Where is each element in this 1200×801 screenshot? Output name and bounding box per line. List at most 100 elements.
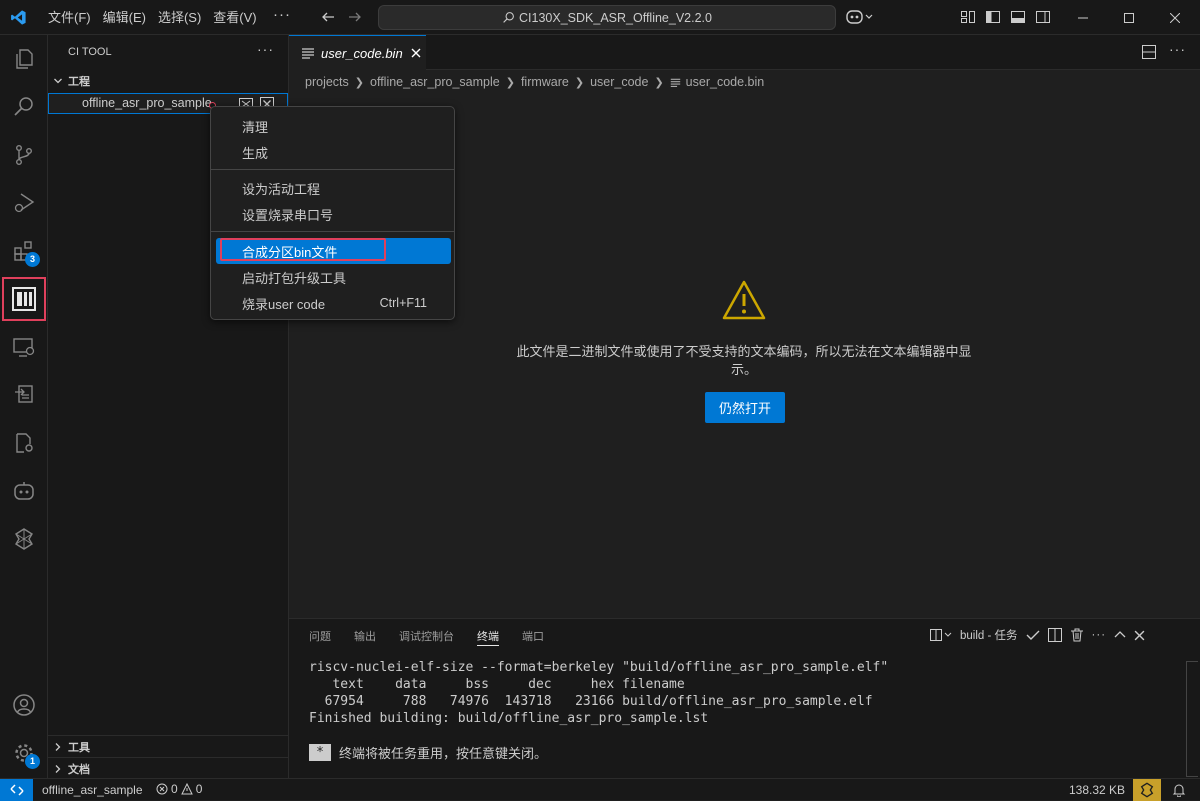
breadcrumb-user-code[interactable]: user_code <box>590 75 648 89</box>
testing-icon[interactable] <box>0 371 48 419</box>
status-bar: offline_asr_sample 0 0 138.32 KB <box>0 778 1200 801</box>
toggle-sidebar-icon[interactable] <box>985 9 1001 25</box>
close-window-icon[interactable] <box>1152 0 1198 35</box>
deploy-icon[interactable] <box>0 515 48 563</box>
status-problems[interactable]: 0 0 <box>156 782 202 796</box>
close-tab-icon[interactable] <box>411 48 421 58</box>
tab-user-code-bin[interactable]: user_code.bin <box>289 35 426 70</box>
error-icon <box>156 783 168 795</box>
window-controls <box>1060 0 1198 35</box>
menu-item-set-flash-port[interactable]: 设置烧录串口号 <box>216 201 451 227</box>
bottom-panel: 问题 输出 调试控制台 终端 端口 build - 任务 ··· riscv-n… <box>289 618 1200 778</box>
notifications-bell-icon[interactable] <box>1172 783 1186 797</box>
settings-badge: 1 <box>25 754 40 769</box>
title-bar: 文件(F) 编辑(E) 选择(S) 查看(V) ··· CI130X_SDK_A… <box>0 0 1200 35</box>
close-panel-icon[interactable] <box>1134 630 1145 641</box>
menu-bar: 文件(F) 编辑(E) 选择(S) 查看(V) <box>43 0 264 35</box>
trash-icon[interactable] <box>1070 628 1084 642</box>
terminal-scrollbar[interactable] <box>1186 661 1198 777</box>
copilot-chat-icon[interactable] <box>0 467 48 515</box>
menu-item-set-active-project[interactable]: 设为活动工程 <box>216 175 451 201</box>
account-icon[interactable] <box>0 681 48 729</box>
breadcrumb-projects[interactable]: projects <box>305 75 349 89</box>
config-file-icon[interactable] <box>0 419 48 467</box>
split-terminal-icon[interactable] <box>1047 628 1062 642</box>
ci-status-icon[interactable] <box>1133 779 1161 801</box>
terminal-line: text data bss dec hex filename <box>309 677 685 692</box>
open-anyway-button[interactable]: 仍然打开 <box>705 392 785 423</box>
maximize-panel-icon[interactable] <box>1114 629 1126 641</box>
source-control-icon[interactable] <box>0 131 48 179</box>
search-text: CI130X_SDK_ASR_Offline_V2.2.0 <box>519 10 712 25</box>
chevron-right-icon: ❯ <box>574 76 585 89</box>
tab-label: user_code.bin <box>321 45 403 61</box>
editor-more-button[interactable]: ··· <box>1169 41 1186 57</box>
remote-indicator-icon[interactable] <box>0 779 33 801</box>
extensions-icon[interactable]: 3 <box>0 227 48 275</box>
menu-item-shortcut: Ctrl+F11 <box>379 296 427 310</box>
customize-layout-icon[interactable] <box>960 9 976 25</box>
menu-separator <box>211 231 454 232</box>
chevron-right-icon: ❯ <box>354 76 364 89</box>
menu-item-flash-user-code[interactable]: 烧录user code Ctrl+F11 <box>216 290 451 316</box>
tab-debug-console[interactable]: 调试控制台 <box>399 628 454 646</box>
command-center-search[interactable]: CI130X_SDK_ASR_Offline_V2.2.0 <box>378 5 836 30</box>
menu-file[interactable]: 文件(F) <box>43 0 96 35</box>
project-item-label: offline_asr_pro_sample <box>82 96 212 110</box>
tab-ports[interactable]: 端口 <box>522 628 544 646</box>
terminal-output[interactable]: riscv-nuclei-elf-size --format=berkeley … <box>309 659 888 727</box>
breadcrumb-project[interactable]: offline_asr_pro_sample <box>370 75 500 89</box>
maximize-icon[interactable] <box>1106 0 1152 35</box>
tab-problems[interactable]: 问题 <box>309 628 331 646</box>
tab-output[interactable]: 输出 <box>354 628 376 646</box>
copilot-icon[interactable] <box>846 9 874 25</box>
menu-view[interactable]: 查看(V) <box>208 0 261 35</box>
terminal-reuse-line: * 终端将被任务重用，按任意键关闭。 <box>309 743 547 762</box>
menu-item-label: 合成分区bin文件 <box>242 244 338 260</box>
section-docs[interactable]: 文档 <box>48 757 289 779</box>
manage-gear-icon[interactable]: 1 <box>0 729 48 777</box>
ci-tool-icon[interactable] <box>0 275 48 323</box>
menu-item-merge-partition-bin[interactable]: 合成分区bin文件 <box>216 238 451 264</box>
panel-more-button[interactable]: ··· <box>1092 629 1107 641</box>
explorer-icon[interactable] <box>0 35 48 83</box>
status-file-size[interactable]: 138.32 KB <box>1069 783 1125 797</box>
section-projects[interactable]: 工程 <box>48 70 289 92</box>
toggle-secondary-sidebar-icon[interactable] <box>1035 9 1051 25</box>
forward-arrow-icon[interactable] <box>347 9 363 25</box>
back-arrow-icon[interactable] <box>320 9 336 25</box>
binary-file-icon <box>301 46 315 60</box>
menu-item-label: 设置烧录串口号 <box>242 207 334 223</box>
activity-bar: 3 1 <box>0 35 48 778</box>
terminal-line: 67954 788 74976 143718 23166 build/offli… <box>309 694 873 709</box>
toggle-panel-icon[interactable] <box>1010 9 1026 25</box>
editor-tab-bar: user_code.bin ··· <box>289 35 1200 70</box>
section-tools[interactable]: 工具 <box>48 735 289 757</box>
chevron-right-icon <box>53 742 63 752</box>
breadcrumb-file[interactable]: user_code.bin <box>686 75 765 89</box>
minimize-icon[interactable] <box>1060 0 1106 35</box>
search-icon[interactable] <box>0 83 48 131</box>
menu-item-launch-pack-tool[interactable]: 启动打包升级工具 <box>216 264 451 290</box>
search-icon <box>502 11 519 24</box>
panel-tabs: 问题 输出 调试控制台 终端 端口 <box>309 628 567 646</box>
chevron-right-icon: ❯ <box>505 76 515 89</box>
remote-explorer-icon[interactable] <box>0 323 48 371</box>
split-editor-icon[interactable] <box>1142 45 1156 59</box>
tab-terminal[interactable]: 终端 <box>477 628 499 646</box>
sidebar-more-button[interactable]: ··· <box>257 41 274 57</box>
breadcrumb-firmware[interactable]: firmware <box>521 75 569 89</box>
menu-selection[interactable]: 选择(S) <box>153 0 206 35</box>
menu-item-build[interactable]: 生成 <box>216 139 451 165</box>
terminal-task-label[interactable]: build - 任务 <box>960 627 1018 643</box>
menu-item-clean[interactable]: 清理 <box>216 113 451 139</box>
menu-edit[interactable]: 编辑(E) <box>98 0 151 35</box>
menu-more-button[interactable]: ··· <box>272 7 292 28</box>
terminal-star-marker: * <box>309 744 331 761</box>
terminal-layout-icon[interactable] <box>930 628 952 642</box>
chevron-right-icon <box>53 764 63 774</box>
menu-item-label: 启动打包升级工具 <box>242 270 347 286</box>
section-tools-label: 工具 <box>68 741 90 754</box>
run-debug-icon[interactable] <box>0 179 48 227</box>
status-project[interactable]: offline_asr_sample <box>42 783 143 797</box>
